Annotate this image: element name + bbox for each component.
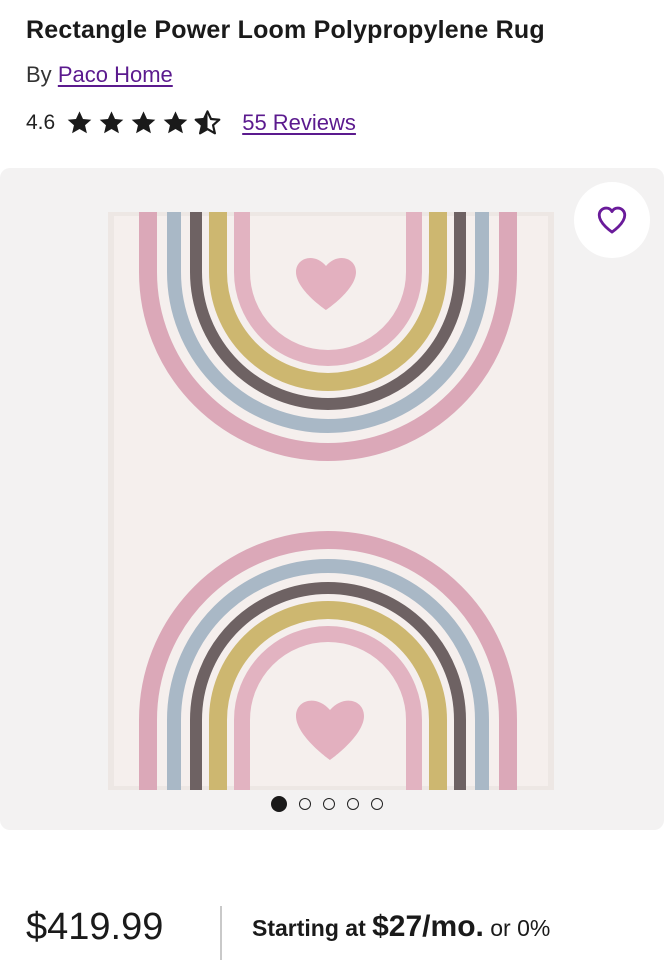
carousel-indicator	[271, 796, 383, 812]
carousel-dot[interactable]	[371, 798, 383, 810]
product-price: $419.99	[26, 906, 164, 948]
star-half-icon	[194, 109, 221, 134]
star-full-icon	[163, 110, 188, 133]
favorite-button[interactable]	[574, 182, 650, 258]
reviews-link[interactable]: 55 Reviews	[242, 110, 356, 136]
product-title: Rectangle Power Loom Polypropylene Rug	[26, 16, 545, 44]
financing-amount: $27/mo.	[372, 910, 484, 943]
brand-byline: By Paco Home	[26, 62, 173, 88]
star-full-icon	[67, 110, 92, 133]
heart-outline-icon	[597, 206, 627, 234]
carousel-dot[interactable]	[299, 798, 311, 810]
rating-row: 4.6 55 Reviews	[26, 106, 356, 140]
by-label: By	[26, 62, 52, 87]
star-full-icon	[131, 110, 156, 133]
carousel-dot[interactable]	[323, 798, 335, 810]
image-gallery[interactable]	[0, 168, 664, 830]
financing-tail: or 0%	[490, 915, 551, 941]
product-image[interactable]	[108, 212, 554, 790]
price-divider	[220, 906, 222, 960]
financing-lead: Starting at	[252, 915, 366, 941]
star-full-icon	[99, 110, 124, 133]
rating-value: 4.6	[26, 111, 56, 134]
financing-offer[interactable]: Starting at $27/mo. or 0%	[252, 910, 550, 944]
carousel-dot[interactable]	[271, 796, 287, 812]
carousel-dot[interactable]	[347, 798, 359, 810]
star-rating	[65, 109, 222, 138]
brand-link[interactable]: Paco Home	[58, 62, 173, 87]
